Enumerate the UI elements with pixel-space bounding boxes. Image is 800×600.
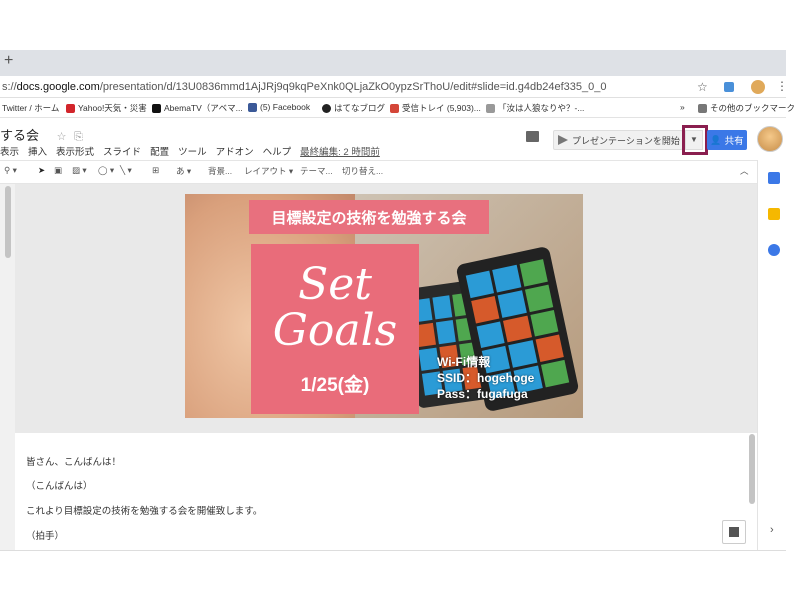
abematv-icon xyxy=(152,103,161,113)
calendar-icon[interactable] xyxy=(768,172,780,184)
extension-icon[interactable] xyxy=(724,82,734,92)
presentation-title[interactable]: する会 ☆ ⎘ xyxy=(0,125,83,144)
bookmark-jinro[interactable]: 「汝は人狼なりや？-... xyxy=(486,102,584,114)
menu-view[interactable]: 表示 xyxy=(0,144,19,158)
menu-tools[interactable]: ツール xyxy=(178,144,207,158)
bookmark-label: (5) Facebook xyxy=(260,102,311,112)
note-line: これより目標設定の技術を勉強する会を開催致します。 xyxy=(26,506,263,517)
layout-button[interactable]: レイアウト ▾ xyxy=(244,165,293,177)
explore-button[interactable] xyxy=(722,520,746,544)
explore-icon xyxy=(729,527,739,537)
menu-help[interactable]: ヘルプ xyxy=(263,144,292,158)
present-label: プレゼンテーションを開始 xyxy=(572,135,680,146)
comments-icon[interactable] xyxy=(526,131,539,142)
slide[interactable]: 目標設定の技術を勉強する会 Set Goals 1/25(金) Wi-Fi情報 … xyxy=(185,194,583,418)
menu-insert[interactable]: 挿入 xyxy=(28,144,47,158)
menu-slide[interactable]: スライド xyxy=(103,144,141,158)
bookmark-yahoo[interactable]: Yahoo!天気・災害 xyxy=(66,102,147,114)
headline-line-1: Set xyxy=(298,259,372,310)
theme-button[interactable]: テーマ... xyxy=(300,165,333,177)
shape-icon[interactable]: ◯ ▾ xyxy=(98,165,114,176)
filmstrip-scrollbar[interactable] xyxy=(5,186,11,258)
hatena-icon xyxy=(322,103,331,113)
bookmark-overflow-icon[interactable]: » xyxy=(680,102,685,112)
star-icon[interactable]: ☆ xyxy=(57,131,67,143)
menu-format[interactable]: 表示形式 xyxy=(56,144,94,158)
wifi-ssid: SSID：hogehoge xyxy=(437,371,535,385)
note-line: 皆さん、こんばんは！ xyxy=(26,457,122,468)
background-button[interactable]: 背景... xyxy=(208,165,232,177)
wifi-title: Wi-Fi情報 xyxy=(437,355,491,369)
note-line: （拍手） xyxy=(26,531,65,542)
present-button[interactable]: プレゼンテーションを開始 xyxy=(553,130,683,150)
bookmark-label: AbemaTV（アベマ... xyxy=(164,103,243,113)
url-text[interactable]: s://docs.google.com/presentation/d/13U08… xyxy=(2,81,606,93)
url-domain: docs.google.com xyxy=(16,81,100,93)
layout-label: レイアウト xyxy=(244,166,287,176)
speaker-notes[interactable] xyxy=(15,433,757,550)
bookmark-label: 受信トレイ (5,903)... xyxy=(402,103,481,113)
facebook-icon xyxy=(248,102,257,112)
menu-bar: 表示 挿入 表示形式 スライド 配置 ツール アドオン ヘルプ 最終編集: 2 … xyxy=(0,144,380,158)
bookmark-label: Twitter / ホーム xyxy=(2,103,60,113)
expand-panel-icon[interactable]: › xyxy=(770,524,774,536)
move-folder-icon[interactable]: ⎘ xyxy=(74,131,83,143)
bookmark-abematv[interactable]: AbemaTV（アベマ... xyxy=(152,102,243,114)
bookmark-twitter[interactable]: Twitter / ホーム xyxy=(2,102,59,114)
url-path: /presentation/d/13U0836mmd1AjJRj9q9kqPeX… xyxy=(99,81,607,93)
line-icon[interactable]: ╲ ▾ xyxy=(120,165,132,176)
image-icon[interactable]: ▨ ▾ xyxy=(72,165,87,176)
folder-icon xyxy=(698,103,707,113)
transition-button[interactable]: 切り替え... xyxy=(342,165,383,177)
wifi-pass: Pass：fugafuga xyxy=(437,387,528,401)
menu-arrange[interactable]: 配置 xyxy=(150,144,169,158)
tasks-icon[interactable] xyxy=(768,244,780,256)
bookmark-star-icon[interactable]: ☆ xyxy=(697,80,708,94)
slide-headline: Set Goals xyxy=(251,262,419,354)
keep-icon[interactable] xyxy=(768,208,780,220)
slide-date: 1/25(金) xyxy=(300,375,370,396)
new-tab-button[interactable]: + xyxy=(4,52,13,70)
bookmark-label: 「汝は人狼なりや？-... xyxy=(498,103,585,113)
window-bottom-edge xyxy=(0,550,786,551)
presentation-title-text: する会 xyxy=(0,128,40,143)
avatar[interactable] xyxy=(757,126,783,152)
bookmark-label: はてなブログ xyxy=(334,103,386,113)
zoom-icon[interactable]: ⚲ ▾ xyxy=(4,165,17,176)
collapse-toolbar-icon[interactable]: ︿ xyxy=(740,165,749,177)
bookmark-gmail[interactable]: 受信トレイ (5,903)... xyxy=(390,102,481,114)
tab-strip xyxy=(0,50,786,76)
input-tools-icon[interactable]: あ ▾ xyxy=(176,165,191,177)
bookmark-hatena[interactable]: はてなブログ xyxy=(322,102,385,114)
bookmark-other[interactable]: その他のブックマーク xyxy=(698,102,795,114)
select-icon[interactable]: ➤ xyxy=(38,165,45,176)
play-icon xyxy=(558,135,568,145)
share-label: 共有 xyxy=(724,136,744,147)
jinro-icon xyxy=(486,103,495,113)
lock-icon: 👤 xyxy=(710,134,722,145)
slide-banner: 目標設定の技術を勉強する会 xyxy=(249,200,489,234)
bookmark-label: Yahoo!天気・災害 xyxy=(78,103,147,113)
yahoo-icon xyxy=(66,103,75,113)
profile-icon[interactable] xyxy=(751,80,765,94)
wifi-info: Wi-Fi情報 SSID：hogehoge Pass：fugafuga xyxy=(437,354,534,402)
browser-menu-icon[interactable]: ⋮ xyxy=(776,79,788,93)
url-prefix: s:// xyxy=(2,81,17,93)
bookmark-label: その他のブックマーク xyxy=(710,103,796,113)
highlight-frame xyxy=(682,125,708,155)
headline-line-2: Goals xyxy=(272,305,398,356)
notes-scrollbar[interactable] xyxy=(749,434,755,504)
note-line: （こんばんは） xyxy=(26,481,93,492)
textbox-icon[interactable]: ▣ xyxy=(54,165,62,176)
gmail-icon xyxy=(390,103,399,113)
bookmark-facebook[interactable]: (5) Facebook xyxy=(248,102,310,112)
last-edit-link[interactable]: 最終編集: 2 時間前 xyxy=(300,144,380,158)
comment-add-icon[interactable]: ⊞ xyxy=(152,165,159,176)
share-button[interactable]: 👤 共有 xyxy=(707,130,747,150)
menu-addons[interactable]: アドオン xyxy=(216,144,254,158)
